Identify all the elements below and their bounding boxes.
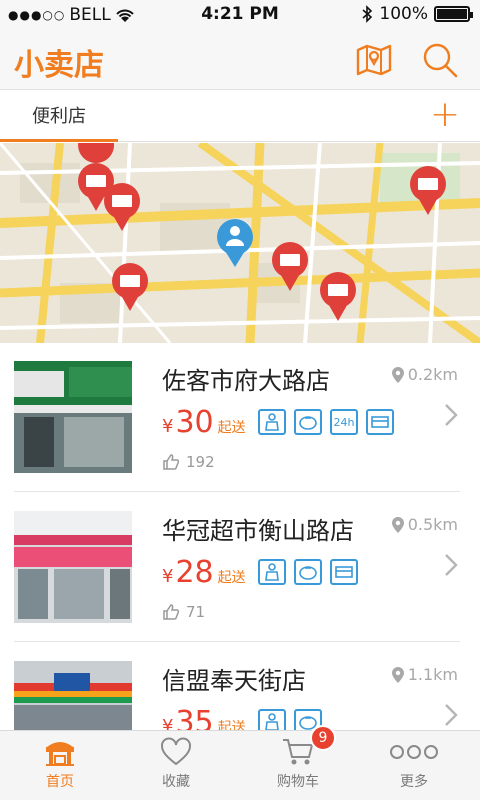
store-name: 信盟奉天街店 bbox=[162, 667, 306, 695]
tab-favorites[interactable]: 收藏 bbox=[116, 731, 236, 800]
price-value: 28 bbox=[175, 555, 214, 590]
service-tags bbox=[258, 709, 322, 730]
app-header: 小卖店 bbox=[0, 30, 480, 90]
service-tags bbox=[258, 559, 358, 585]
distance-text: 0.5km bbox=[407, 515, 458, 534]
chevron-right-icon bbox=[445, 554, 458, 576]
tab-more[interactable]: 更多 bbox=[354, 731, 474, 800]
category-bar: 便利店 + bbox=[0, 90, 480, 142]
more-icon bbox=[390, 745, 438, 759]
card-payment-icon bbox=[366, 409, 394, 435]
card-payment-icon bbox=[330, 559, 358, 585]
tab-label: 首页 bbox=[46, 774, 74, 790]
category-tab-convenience[interactable]: 便利店 bbox=[0, 90, 118, 142]
currency-symbol: ¥ bbox=[162, 566, 174, 587]
store-item[interactable]: 佐客市府大路店 0.2km ¥ 30 起送 24h 192 bbox=[0, 343, 480, 493]
store-item[interactable]: 华冠超市衡山路店 0.5km ¥ 28 起送 71 bbox=[0, 493, 480, 643]
store-min-price: ¥ 30 起送 bbox=[162, 405, 246, 440]
tab-label: 更多 bbox=[400, 774, 428, 790]
store-min-price: ¥ 35 起送 bbox=[162, 705, 246, 730]
battery-icon bbox=[434, 6, 473, 22]
person-icon bbox=[258, 559, 286, 585]
add-category-button[interactable]: + bbox=[430, 96, 460, 134]
search-icon[interactable] bbox=[420, 40, 460, 80]
store-distance: 1.1km bbox=[391, 665, 458, 684]
price-value: 30 bbox=[175, 405, 214, 440]
distance-text: 1.1km bbox=[407, 665, 458, 684]
shop-icon bbox=[46, 742, 74, 766]
store-distance: 0.5km bbox=[391, 515, 458, 534]
store-likes: 192 bbox=[162, 453, 215, 471]
chevron-right-icon bbox=[445, 704, 458, 726]
likes-count: 192 bbox=[186, 453, 215, 471]
map-icon[interactable] bbox=[354, 42, 394, 78]
person-icon bbox=[258, 409, 286, 435]
price-unit: 起送 bbox=[217, 570, 246, 586]
likes-count: 71 bbox=[186, 603, 206, 621]
app-logo: 小卖店 bbox=[14, 48, 104, 83]
currency-symbol: ¥ bbox=[162, 416, 174, 437]
status-bar: ●●●○○ BELL 4:21 PM 100% bbox=[0, 0, 480, 30]
map-view[interactable] bbox=[0, 143, 480, 343]
thumbs-up-icon bbox=[163, 604, 180, 620]
store-item[interactable]: 信盟奉天街店 1.1km ¥ 35 起送 bbox=[0, 643, 480, 730]
tab-home[interactable]: 首页 bbox=[0, 731, 120, 800]
tab-cart[interactable]: 购物车 9 bbox=[238, 725, 358, 800]
divider bbox=[14, 641, 460, 642]
24h-icon: 24h bbox=[330, 409, 358, 435]
price-unit: 起送 bbox=[217, 720, 246, 730]
store-list: 佐客市府大路店 0.2km ¥ 30 起送 24h 192 华冠超市衡山路店 0… bbox=[0, 343, 480, 730]
location-icon bbox=[391, 666, 404, 683]
store-photo bbox=[14, 361, 132, 473]
tab-label: 购物车 bbox=[277, 774, 319, 790]
store-distance: 0.2km bbox=[391, 365, 458, 384]
store-name: 佐客市府大路店 bbox=[162, 367, 330, 395]
location-icon bbox=[391, 516, 404, 533]
price-value: 35 bbox=[175, 705, 214, 730]
divider bbox=[14, 491, 460, 492]
distance-text: 0.2km bbox=[407, 365, 458, 384]
store-min-price: ¥ 28 起送 bbox=[162, 555, 246, 590]
bluetooth-icon bbox=[362, 5, 373, 23]
thumbs-up-icon bbox=[163, 454, 180, 470]
service-tags: 24h bbox=[258, 409, 394, 435]
price-unit: 起送 bbox=[217, 420, 246, 436]
currency-symbol: ¥ bbox=[162, 716, 174, 730]
chevron-right-icon bbox=[445, 404, 458, 426]
store-photo bbox=[14, 661, 132, 730]
person-icon bbox=[258, 709, 286, 730]
location-icon bbox=[391, 366, 404, 383]
store-likes: 71 bbox=[162, 603, 205, 621]
bottom-tab-bar: 首页 收藏 购物车 9 更多 bbox=[0, 725, 480, 800]
tab-label: 收藏 bbox=[162, 774, 190, 790]
piggy-bank-icon bbox=[294, 559, 322, 585]
map-canvas bbox=[0, 143, 480, 343]
heart-icon bbox=[161, 737, 191, 766]
cart-badge: 9 bbox=[310, 725, 336, 751]
battery-percent: 100% bbox=[379, 4, 428, 24]
store-name: 华冠超市衡山路店 bbox=[162, 517, 354, 545]
store-photo bbox=[14, 511, 132, 623]
piggy-bank-icon bbox=[294, 409, 322, 435]
